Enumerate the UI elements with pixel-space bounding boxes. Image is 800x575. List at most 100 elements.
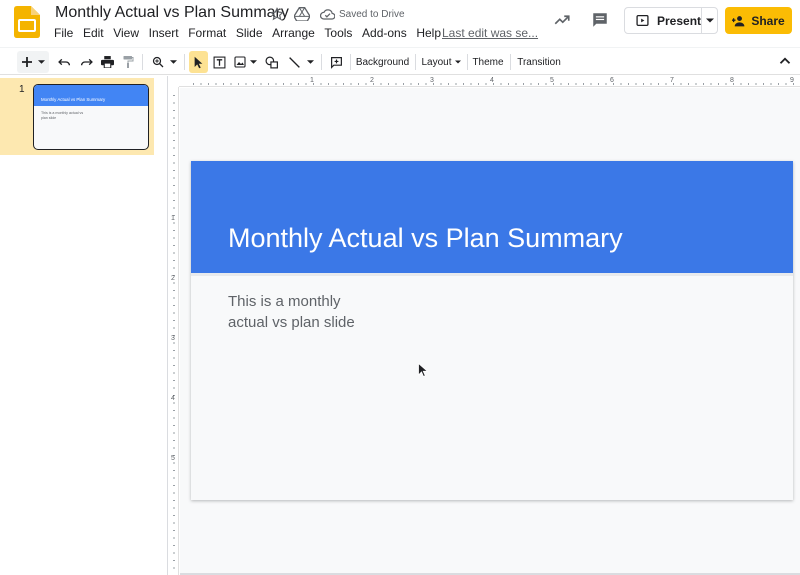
theme-label: Theme <box>472 56 504 68</box>
ruler-tick <box>173 252 175 254</box>
ruler-tick <box>173 372 175 374</box>
ruler-tick <box>365 83 367 85</box>
ruler-tick <box>173 432 175 434</box>
redo-button[interactable] <box>78 51 94 73</box>
theme-button[interactable]: Theme <box>471 51 505 73</box>
new-slide-button[interactable] <box>17 51 49 73</box>
ruler-tick <box>173 162 175 164</box>
ruler-tick <box>173 447 175 449</box>
ruler-tick <box>173 485 175 486</box>
menu-format[interactable]: Format <box>188 26 226 40</box>
line-button[interactable] <box>286 51 316 73</box>
ruler-tick <box>380 83 382 85</box>
menu-help[interactable]: Help <box>416 26 441 40</box>
move-to-drive-icon[interactable] <box>294 6 310 22</box>
mouse-pointer-icon <box>418 363 428 377</box>
ruler-tick <box>173 290 175 291</box>
text-box-button[interactable] <box>211 51 228 73</box>
ruler-tick <box>173 170 175 171</box>
paint-format-button[interactable] <box>121 51 135 73</box>
ruler-tick <box>583 83 584 85</box>
document-title[interactable]: Monthly Actual vs Plan Summary <box>55 3 289 23</box>
ruler-tick <box>215 83 217 85</box>
ruler-tick <box>173 312 175 314</box>
toolbar-divider <box>142 54 143 70</box>
shape-button[interactable] <box>263 51 281 73</box>
star-icon[interactable] <box>269 6 285 22</box>
slide-divider <box>191 273 793 276</box>
layout-button[interactable]: Layout <box>420 51 462 73</box>
share-button[interactable]: Share <box>725 7 792 34</box>
slide-thumbnail[interactable]: Monthly Actual vs Plan Summary This is a… <box>33 84 149 150</box>
ruler-tick <box>173 320 175 321</box>
filmstrip-slide-1[interactable]: 1 Monthly Actual vs Plan Summary This is… <box>0 78 154 155</box>
ruler-label: 1 <box>171 215 175 222</box>
ruler-tick <box>173 305 175 306</box>
ruler-tick <box>778 83 779 85</box>
activity-dashboard-icon[interactable] <box>553 11 571 29</box>
background-button[interactable]: Background <box>355 51 410 73</box>
caret-down-icon <box>249 60 257 64</box>
caret-down-icon <box>307 60 314 64</box>
horizontal-ruler[interactable]: 1 2 3 4 5 6 7 8 9 <box>179 76 800 87</box>
ruler-tick <box>605 83 607 85</box>
ruler-tick <box>755 83 757 85</box>
line-icon <box>289 56 300 68</box>
menu-view[interactable]: View <box>113 26 139 40</box>
present-button-group: Present <box>624 7 718 34</box>
last-edit-link[interactable]: Last edit was se... <box>442 26 538 40</box>
present-button[interactable]: Present <box>625 8 703 33</box>
ruler-tick <box>440 83 442 85</box>
ruler-tick <box>283 83 284 85</box>
transition-button[interactable]: Transition <box>515 51 563 73</box>
chevron-up-icon[interactable] <box>776 52 794 70</box>
ruler-tick <box>470 83 472 85</box>
caret-down-icon <box>37 60 45 64</box>
ruler-tick <box>173 147 175 149</box>
ruler-tick <box>173 552 175 554</box>
ruler-tick <box>173 380 175 381</box>
undo-button[interactable] <box>56 51 72 73</box>
add-comment-button[interactable] <box>328 51 344 73</box>
ruler-tick <box>173 245 175 246</box>
saved-status: Saved to Drive <box>339 8 405 20</box>
menu-add-ons[interactable]: Add-ons <box>362 26 407 40</box>
ruler-tick <box>268 83 269 85</box>
ruler-tick <box>230 83 232 85</box>
slide-body-line: actual vs plan slide <box>228 314 355 331</box>
redo-icon <box>80 58 93 66</box>
ruler-tick <box>275 83 277 85</box>
ruler-tick <box>538 83 539 85</box>
current-slide[interactable]: Monthly Actual vs Plan Summary This is a… <box>191 161 793 500</box>
menu-file[interactable]: File <box>54 26 73 40</box>
menu-slide[interactable]: Slide <box>236 26 263 40</box>
ruler-tick <box>173 117 175 119</box>
ruler-tick <box>173 515 175 516</box>
ruler-tick <box>590 83 592 85</box>
ruler-tick <box>173 267 175 269</box>
present-options-button[interactable] <box>702 8 717 33</box>
ruler-tick <box>173 402 175 404</box>
image-icon <box>233 56 246 68</box>
slide-title[interactable]: Monthly Actual vs Plan Summary <box>228 222 623 254</box>
slides-logo-icon[interactable] <box>14 6 40 38</box>
select-tool-button[interactable] <box>189 51 208 73</box>
comment-history-icon[interactable] <box>591 11 609 29</box>
menu-tools[interactable]: Tools <box>324 26 352 40</box>
caret-down-icon <box>454 60 461 64</box>
ruler-tick <box>173 560 175 561</box>
ruler-tick <box>173 365 175 366</box>
ruler-tick <box>643 83 644 85</box>
ruler-tick <box>665 83 667 85</box>
ruler-tick <box>785 83 787 85</box>
menu-edit[interactable]: Edit <box>83 26 104 40</box>
zoom-button[interactable] <box>149 51 179 73</box>
menu-insert[interactable]: Insert <box>149 26 179 40</box>
vertical-ruler[interactable]: 1 2 3 4 5 <box>168 87 179 575</box>
slide-body-text[interactable]: This is a monthly actual vs plan slide <box>228 291 428 333</box>
print-button[interactable] <box>99 51 115 73</box>
ruler-tick <box>173 200 175 201</box>
insert-image-button[interactable] <box>232 51 258 73</box>
slide-canvas[interactable]: Monthly Actual vs Plan Summary This is a… <box>180 88 800 575</box>
menu-arrange[interactable]: Arrange <box>272 26 315 40</box>
